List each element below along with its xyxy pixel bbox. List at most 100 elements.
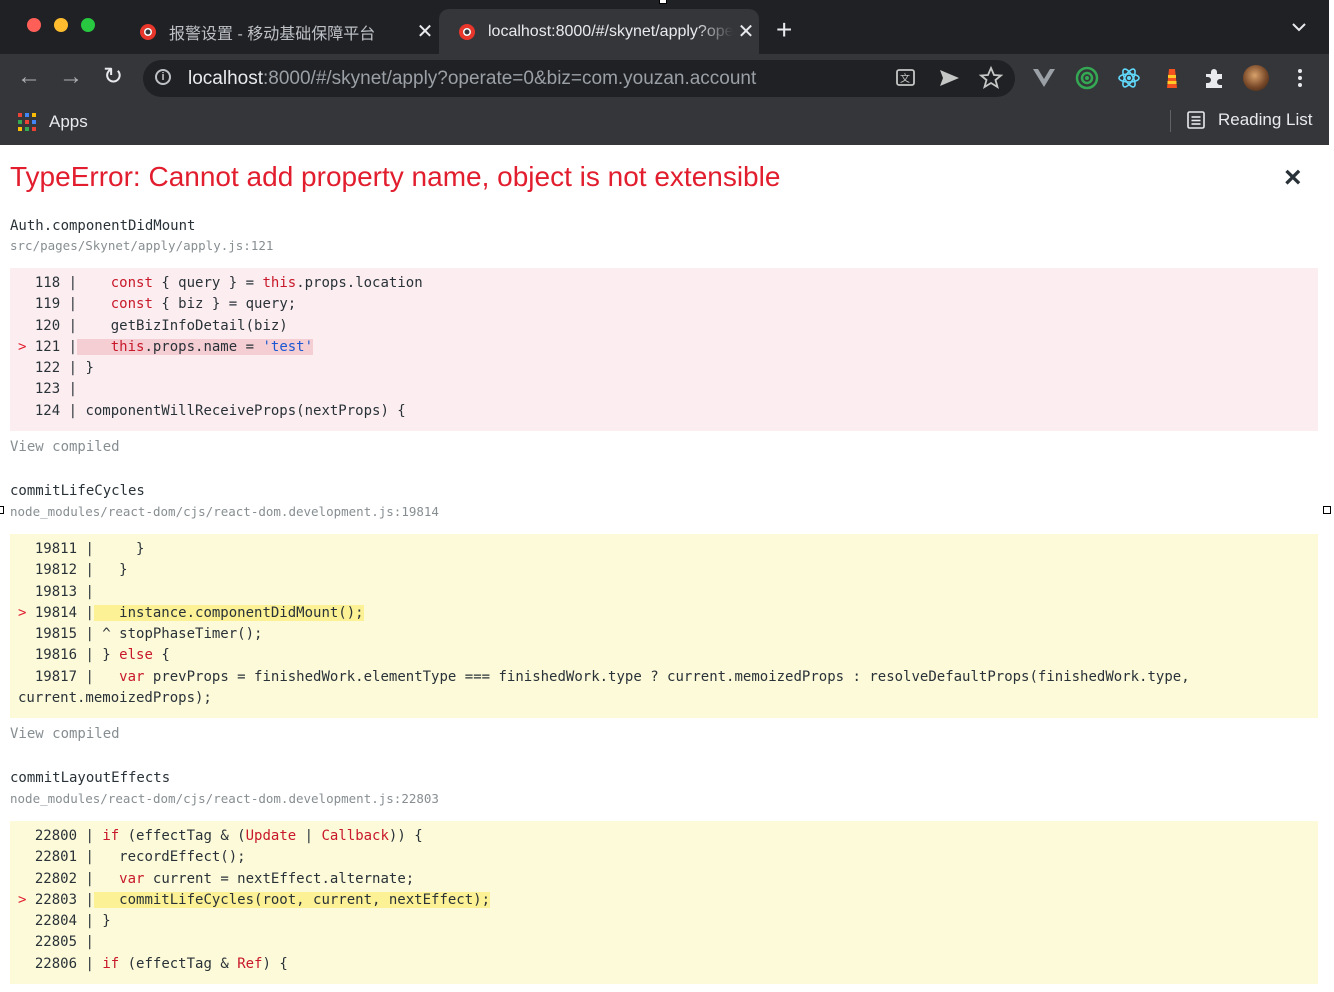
code-snippet: 19811 | } 19812 | } 19813 | > 19814 | ins… [10,534,1318,718]
stack-frame-path[interactable]: node_modules/react-dom/cjs/react-dom.dev… [10,791,439,806]
code-line: 19815 | ^ stopPhaseTimer(); [18,624,1310,645]
url-text[interactable]: localhost:8000/#/skynet/apply?operate=0&… [188,68,756,90]
error-overlay: TypeError: Cannot add property name, obj… [0,145,1334,992]
reading-list-icon [1187,111,1205,129]
window-minimize-button[interactable] [54,18,68,32]
code-line: current.memoizedProps); [18,688,1310,709]
keyword-token: Callback [321,828,389,844]
address-bar[interactable]: i localhost:8000/#/skynet/apply?operate=… [143,60,1015,97]
line-marker [18,381,35,397]
code-line: 122 | } [18,358,1310,379]
selection-handle [0,506,4,514]
code-line: 124 | componentWillReceiveProps(nextProp… [18,401,1310,422]
line-marker: > [18,891,35,908]
line-marker [18,360,35,376]
view-compiled-link[interactable]: View compiled [10,439,120,455]
code-text: var current = nextEffect.alternate; [119,870,415,887]
forward-button[interactable]: → [56,63,86,91]
code-text: } else { [93,647,170,664]
window-close-button[interactable] [27,18,41,32]
line-number: 19816 [34,647,78,664]
reading-list-button[interactable]: Reading List [1170,110,1313,132]
line-marker [18,647,35,663]
line-number: 19817 [34,668,78,685]
close-overlay-button[interactable]: × [1284,163,1302,193]
line-number: 119 [34,296,61,313]
tab-alarm-settings[interactable]: 报警设置 - 移动基础保障平台 ✕ [120,9,438,54]
vue-devtools-icon[interactable] [1031,65,1057,91]
stack-frame-name: Auth.componentDidMount [10,218,196,234]
code-text: const { query } = this.props.location [110,275,423,291]
line-marker [18,584,35,600]
line-number: 19813 [34,583,78,600]
code-line: 19812 | } [18,560,1310,581]
line-number: 19812 [34,562,78,579]
keyword-token: this [262,275,297,291]
view-compiled-link[interactable]: View compiled [10,726,120,742]
send-icon[interactable] [936,65,962,91]
code-line: > 121 | this.props.name = 'test' [18,338,314,355]
line-number: 22805 [34,934,78,951]
lighthouse-extension-icon[interactable] [1159,65,1185,91]
translate-icon[interactable]: 文 [893,65,919,91]
line-number: 22800 [34,828,78,844]
keyword-token: const [110,296,153,313]
tab-title: localhost:8000/#/skynet/apply?operate=0&… [488,22,733,40]
bookmark-star-icon[interactable] [978,65,1004,91]
tab-title: 报警设置 - 移动基础保障平台 [169,25,376,43]
line-marker [18,296,35,312]
keyword-token: if [102,828,120,844]
more-menu-icon[interactable] [1287,65,1313,91]
code-line: 19813 | [18,582,1310,603]
code-line: 22801 | recordEffect(); [18,847,1310,868]
line-marker [18,913,35,929]
youzan-favicon-icon [140,23,156,40]
code-line: 22804 | } [18,911,1310,932]
tab-localhost-apply[interactable]: localhost:8000/#/skynet/apply?operate=0&… [439,9,759,54]
apps-label: Apps [49,112,88,131]
selection-handle [1323,506,1331,514]
line-number: 122 [34,360,61,377]
line-marker [18,669,35,685]
apps-shortcut[interactable]: Apps [18,112,88,132]
bookmarks-bar [0,100,1329,145]
tab-close-icon[interactable]: ✕ [412,19,438,44]
new-tab-button[interactable]: + [776,16,792,44]
line-number: 123 [34,381,61,398]
react-devtools-icon[interactable] [1116,65,1142,91]
code-text: } [77,360,94,377]
code-line: 22802 | var current = nextEffect.alterna… [18,869,1310,890]
window-zoom-button[interactable] [81,18,95,32]
stack-frame-path[interactable]: src/pages/Skynet/apply/apply.js:121 [10,238,273,253]
tab-search-chevron-icon[interactable] [1290,20,1308,34]
back-button[interactable]: ← [14,63,44,91]
site-info-icon[interactable]: i [155,69,171,85]
reload-button[interactable]: ↻ [98,63,128,91]
target-extension-icon[interactable] [1074,65,1100,91]
tab-close-icon[interactable]: ✕ [733,19,759,44]
line-marker [18,318,35,334]
code-text: var prevProps = finishedWork.elementType… [119,668,1190,685]
stack-frame-path[interactable]: node_modules/react-dom/cjs/react-dom.dev… [10,504,439,519]
code-text: if (effectTag & Ref) { [102,955,288,972]
code-snippet: 22800 | if (effectTag & (Update | Callba… [10,821,1318,984]
extensions-puzzle-icon[interactable] [1201,65,1227,91]
line-marker: > [18,604,35,621]
code-line: 19817 | var prevProps = finishedWork.ele… [18,667,1310,688]
url-host: localhost [188,68,263,89]
url-path: :8000/#/skynet/apply?operate=0&biz=com.y… [263,68,757,89]
code-line: 123 | [18,379,1310,400]
code-text: getBizInfoDetail(biz) [77,317,288,334]
keyword-token: this [110,338,145,355]
profile-avatar[interactable] [1243,65,1269,91]
code-line: 118 | const { query } = this.props.locat… [18,273,1310,294]
line-number: 22806 [34,955,78,972]
line-number: 124 [34,402,61,419]
apps-grid-icon [18,113,36,131]
code-line: > 22803 | commitLifeCycles(root, current… [18,891,491,908]
line-marker [18,562,35,578]
line-number: 121 [34,338,61,355]
line-marker [18,403,35,419]
code-text: current.memoizedProps); [18,690,212,707]
keyword-token: Update [245,828,297,844]
